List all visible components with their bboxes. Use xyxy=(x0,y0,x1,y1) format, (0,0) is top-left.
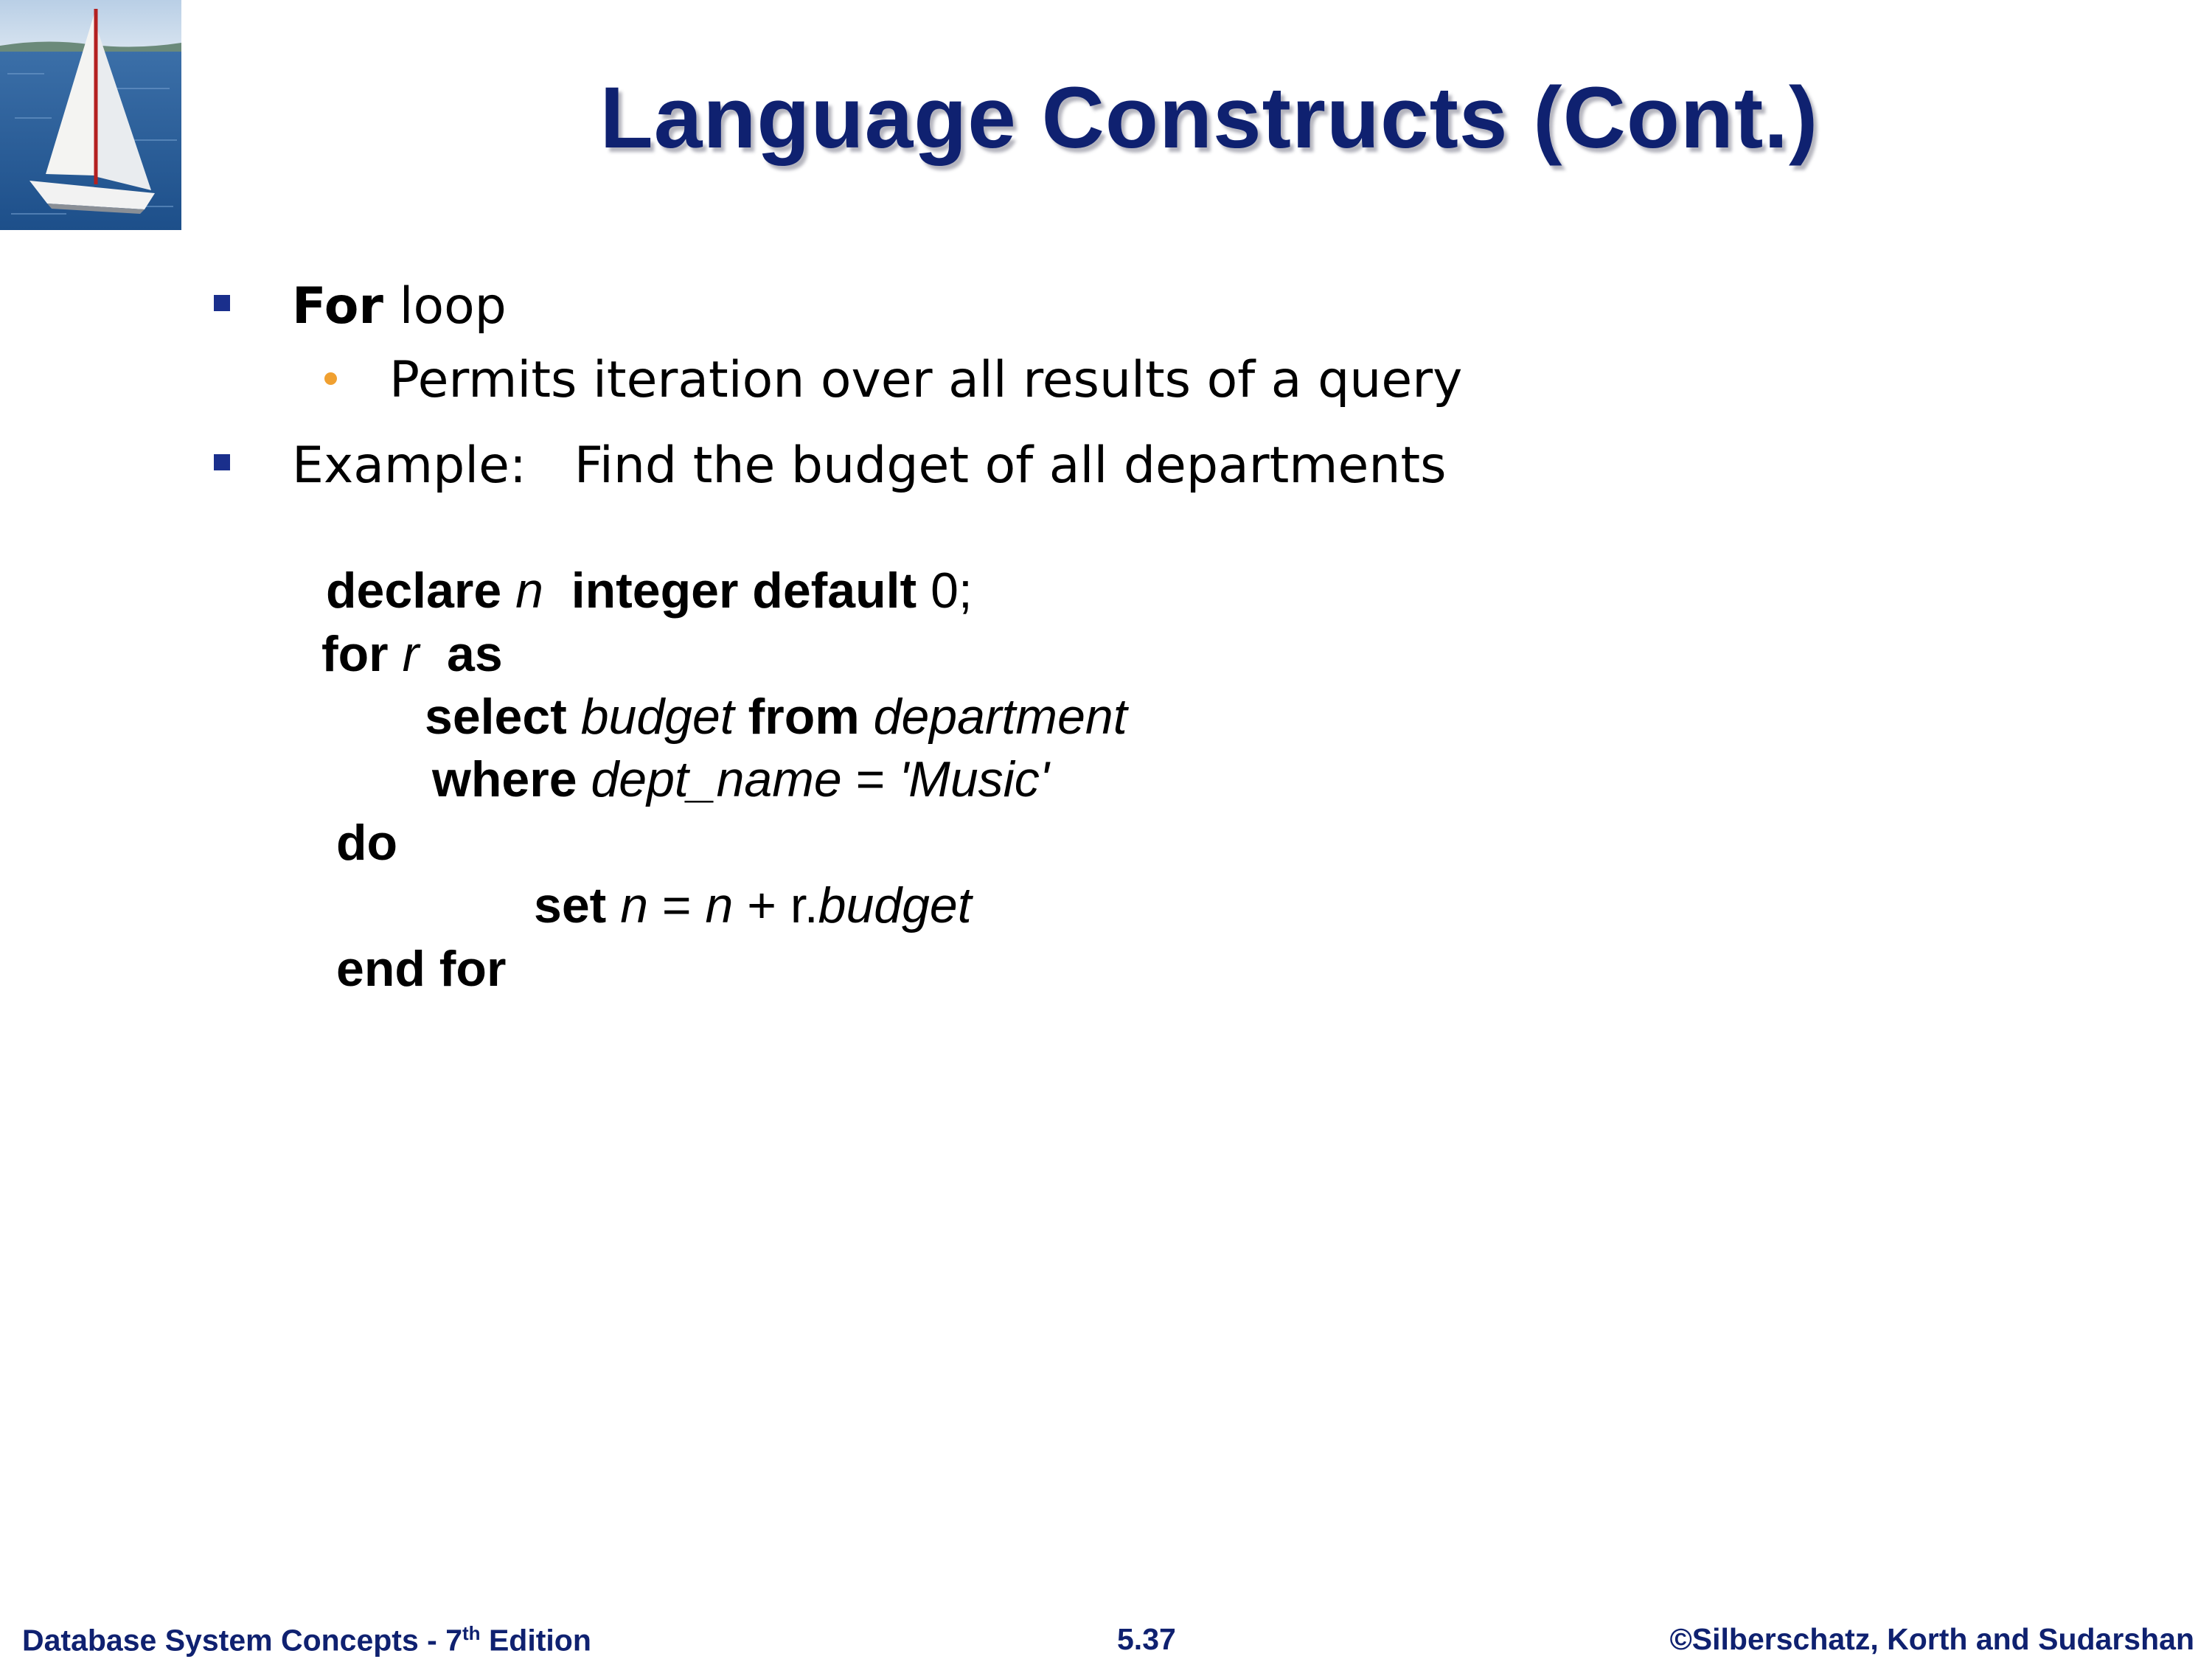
code-keyword: declare xyxy=(326,563,502,619)
code-line-declare: declare n integer default 0; xyxy=(326,562,973,619)
code-attribute: budget xyxy=(818,877,972,933)
code-keyword: as xyxy=(447,626,503,682)
code-attribute: budget xyxy=(580,689,734,745)
code-operator: = xyxy=(648,877,706,933)
slide-title: Language Constructs (Cont.) xyxy=(599,69,1819,167)
bullet-example: Example: Find the budget of all departme… xyxy=(292,437,1447,495)
code-line-set: set n = n + r.budget xyxy=(534,877,972,934)
code-value: 0; xyxy=(931,563,973,619)
code-variable: n xyxy=(620,877,649,933)
code-line-for: for r as xyxy=(321,625,503,683)
code-keyword: integer default xyxy=(571,563,917,619)
sub-bullet-iteration: Permits iteration over all results of a … xyxy=(389,351,1463,409)
footer-title-text: Database System Concepts - 7 xyxy=(22,1623,463,1658)
code-keyword: where xyxy=(432,751,577,807)
code-keyword: for xyxy=(321,626,389,682)
code-keyword: select xyxy=(425,689,567,745)
code-variable: n xyxy=(515,563,543,619)
code-keyword: set xyxy=(534,877,607,933)
code-keyword: end for xyxy=(336,941,507,997)
footer-book-title: Database System Concepts - 7th Edition xyxy=(22,1622,591,1658)
footer-title-suffix: Edition xyxy=(480,1623,591,1658)
code-keyword: do xyxy=(336,815,398,871)
code-line-select: select budget from department xyxy=(425,688,1127,745)
code-line-where: where dept_name = 'Music' xyxy=(432,751,1049,808)
bullet-label: loop xyxy=(383,277,507,335)
footer-title-superscript: th xyxy=(462,1622,481,1644)
code-keyword: from xyxy=(748,689,860,745)
slide: Language Constructs (Cont.) For loop Per… xyxy=(0,0,2212,1659)
round-bullet-icon xyxy=(324,372,337,385)
bullet-bold-label: For xyxy=(292,277,383,335)
square-bullet-icon xyxy=(214,454,230,470)
code-line-end-for: end for xyxy=(336,940,506,998)
code-attribute: dept_name xyxy=(591,751,842,807)
square-bullet-icon xyxy=(214,295,230,311)
code-variable: n xyxy=(705,877,734,933)
bullet-for-loop: For loop xyxy=(292,277,507,335)
code-operator: + r. xyxy=(733,877,818,933)
code-line-do: do xyxy=(336,814,397,872)
footer-page-number: 5.37 xyxy=(1117,1622,1176,1656)
code-operator: = xyxy=(841,751,900,807)
code-literal: 'Music' xyxy=(899,751,1049,807)
footer-copyright: ©Silberschatz, Korth and Sudarshan xyxy=(1669,1622,2194,1656)
sailboat-image xyxy=(0,0,181,230)
code-variable: r xyxy=(402,626,420,682)
code-relation: department xyxy=(873,689,1127,745)
